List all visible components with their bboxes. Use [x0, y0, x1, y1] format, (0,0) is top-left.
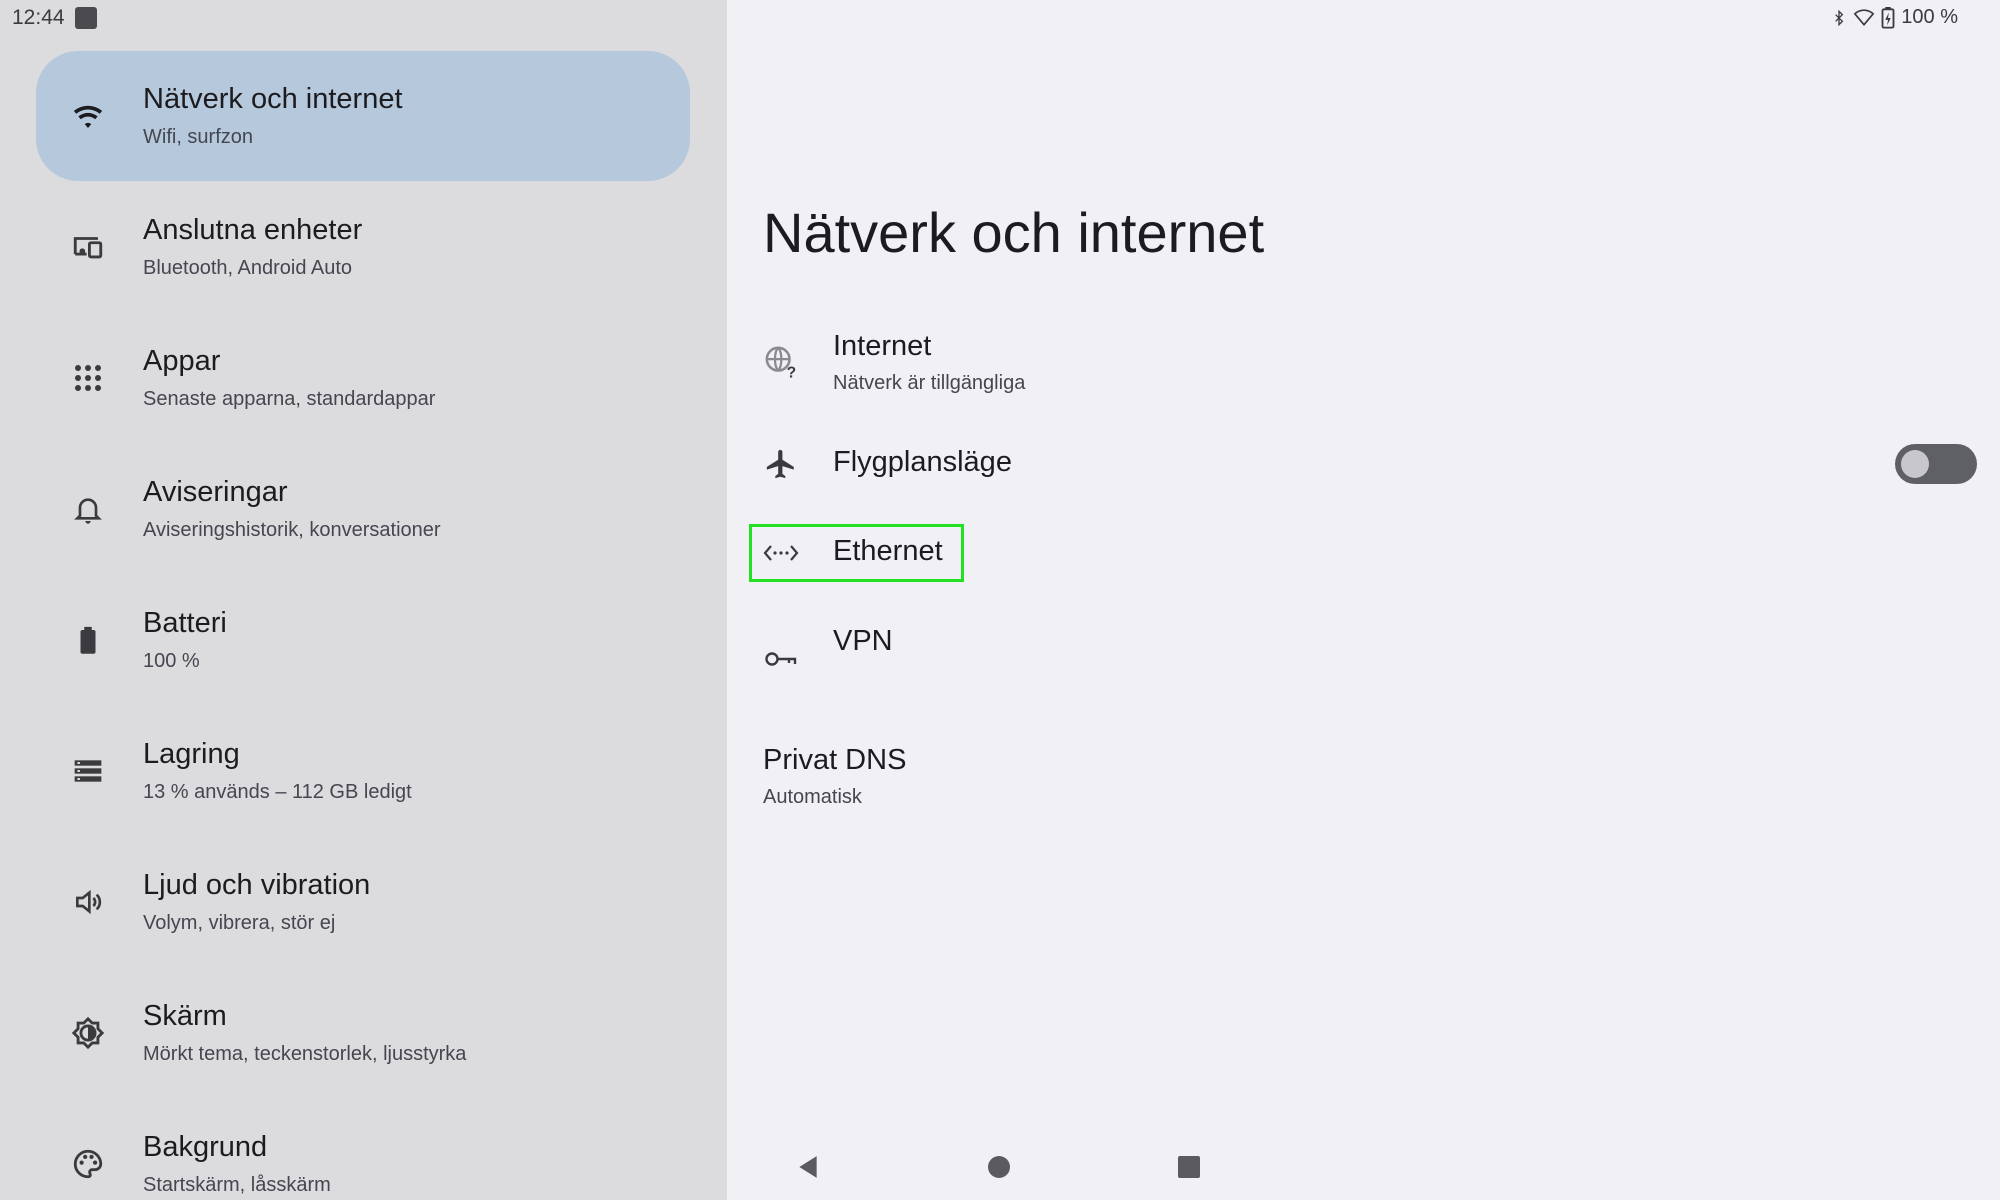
notification-icon — [75, 7, 97, 29]
airplane-mode-row[interactable]: Flygplansläge — [763, 446, 1963, 486]
page-title: Nätverk och internet — [763, 201, 1265, 264]
battery-icon — [70, 622, 106, 658]
storage-icon — [70, 753, 106, 789]
sidebar-item-sound[interactable]: Ljud och vibration Volym, vibrera, stör … — [36, 837, 690, 967]
sidebar-item-title: Batteri — [143, 607, 227, 639]
sidebar-item-title: Anslutna enheter — [143, 214, 363, 246]
ethernet-highlight — [749, 524, 964, 582]
sidebar-item-subtitle: 100 % — [143, 650, 200, 672]
sidebar-item-subtitle: Bluetooth, Android Auto — [143, 257, 353, 279]
bell-icon — [70, 491, 106, 527]
devices-icon — [70, 229, 106, 265]
sidebar-item-subtitle: Aviseringshistorik, konversationer — [143, 519, 441, 541]
sidebar-item-title: Skärm — [143, 1000, 227, 1032]
sidebar-item-subtitle: Senaste apparna, standardappar — [143, 388, 436, 410]
status-icons: 100 % — [1831, 6, 1958, 29]
globe-question-icon: ? — [763, 344, 799, 380]
sidebar-item-title: Aviseringar — [143, 476, 288, 508]
vpn-title: VPN — [833, 625, 893, 657]
recents-button[interactable] — [1177, 1155, 1201, 1184]
sidebar-item-title: Lagring — [143, 738, 240, 770]
settings-sidebar: 12:44 Nätverk och internet Wifi, surfzon… — [0, 0, 727, 1200]
status-time: 12:44 — [12, 6, 65, 29]
sidebar-item-subtitle: Wifi, surfzon — [143, 126, 254, 148]
key-icon — [763, 641, 799, 677]
back-button[interactable] — [795, 1154, 821, 1185]
brightness-icon — [70, 1015, 106, 1051]
private-dns-title: Privat DNS — [763, 744, 907, 776]
vpn-row[interactable]: VPN — [763, 625, 1963, 685]
internet-row[interactable]: ? Internet Nätverk är tillgängliga — [763, 330, 1963, 402]
home-button[interactable] — [987, 1155, 1011, 1184]
sidebar-item-apps[interactable]: Appar Senaste apparna, standardappar — [36, 313, 690, 443]
sidebar-item-subtitle: Startskärm, låsskärm — [143, 1174, 331, 1196]
sidebar-item-title: Ljud och vibration — [143, 869, 371, 901]
sidebar-item-battery[interactable]: Batteri 100 % — [36, 575, 690, 705]
airplane-mode-toggle[interactable] — [1895, 444, 1977, 484]
bluetooth-icon — [1831, 8, 1847, 28]
internet-title: Internet — [833, 330, 932, 362]
sidebar-item-network[interactable]: Nätverk och internet Wifi, surfzon — [36, 51, 690, 181]
svg-text:?: ? — [787, 365, 797, 379]
battery-icon — [1881, 6, 1895, 29]
sidebar-item-title: Nätverk och internet — [143, 83, 403, 115]
internet-subtitle: Nätverk är tillgängliga — [833, 372, 1026, 394]
network-settings-page: 100 % Nätverk och internet ? Internet Nä… — [727, 0, 2000, 1200]
system-navigation-bar — [727, 1140, 2000, 1200]
palette-icon — [70, 1146, 106, 1182]
wifi-icon — [1853, 8, 1875, 28]
apps-grid-icon — [70, 360, 106, 396]
sidebar-item-subtitle: Mörkt tema, teckenstorlek, ljusstyrka — [143, 1043, 467, 1065]
sidebar-item-storage[interactable]: Lagring 13 % används – 112 GB ledigt — [36, 706, 690, 836]
private-dns-row[interactable]: Privat DNS Automatisk — [763, 744, 1963, 814]
wifi-icon — [70, 98, 106, 134]
sidebar-item-wallpaper[interactable]: Bakgrund Startskärm, låsskärm — [36, 1099, 690, 1200]
sidebar-item-title: Appar — [143, 345, 221, 377]
sidebar-item-notifications[interactable]: Aviseringar Aviseringshistorik, konversa… — [36, 444, 690, 574]
private-dns-subtitle: Automatisk — [763, 786, 862, 808]
airplane-mode-title: Flygplansläge — [833, 446, 1012, 478]
sidebar-item-display[interactable]: Skärm Mörkt tema, teckenstorlek, ljussty… — [36, 968, 690, 1098]
sidebar-item-connected-devices[interactable]: Anslutna enheter Bluetooth, Android Auto — [36, 182, 690, 312]
sidebar-item-title: Bakgrund — [143, 1131, 268, 1163]
volume-icon — [70, 884, 106, 920]
sidebar-item-subtitle: Volym, vibrera, stör ej — [143, 912, 336, 934]
toggle-knob — [1901, 450, 1929, 478]
sidebar-item-subtitle: 13 % används – 112 GB ledigt — [143, 781, 412, 803]
battery-percentage: 100 % — [1901, 6, 1958, 28]
airplane-icon — [763, 446, 799, 482]
